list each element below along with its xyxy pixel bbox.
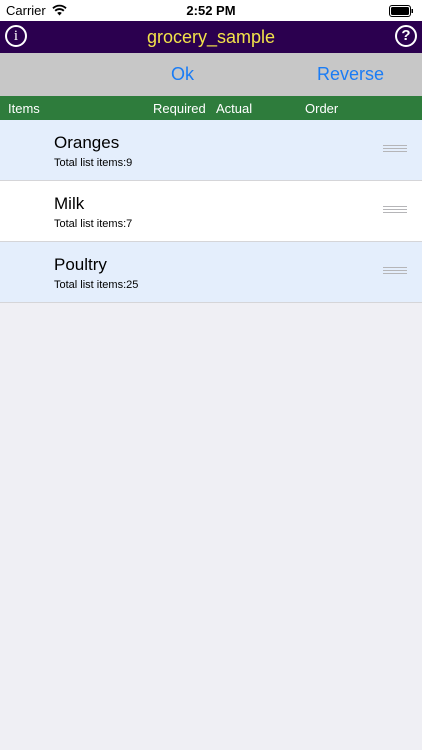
page-title: grocery_sample — [146, 27, 276, 47]
reverse-button[interactable]: Reverse — [317, 64, 384, 85]
title-bar: i grocery_sample ? — [0, 21, 422, 53]
list-item-name: Oranges — [54, 133, 120, 152]
grocery-list: Oranges Total list items:9 Milk Total li… — [0, 120, 422, 303]
list-item-count: Total list items:9 — [54, 157, 133, 169]
column-header-order: Order — [305, 101, 339, 116]
list-item[interactable]: Poultry Total list items:25 — [0, 242, 422, 303]
reorder-handle-icon[interactable] — [383, 206, 407, 216]
column-header-row: Items Required Actual Order — [0, 96, 422, 120]
list-item-count: Total list items:25 — [54, 279, 139, 291]
column-header-required: Required — [153, 101, 206, 116]
ok-button[interactable]: Ok — [171, 64, 194, 85]
toolbar: Ok Reverse — [0, 53, 422, 96]
reorder-handle-icon[interactable] — [383, 145, 407, 155]
list-item[interactable]: Milk Total list items:7 — [0, 181, 422, 242]
column-header-actual: Actual — [216, 101, 253, 116]
list-item[interactable]: Oranges Total list items:9 — [0, 120, 422, 181]
list-item-count: Total list items:7 — [54, 218, 133, 230]
status-time: 2:52 PM — [186, 3, 236, 18]
reorder-handle-icon[interactable] — [383, 267, 407, 277]
help-icon[interactable]: ? — [395, 25, 417, 47]
battery-icon — [389, 5, 413, 17]
list-item-name: Poultry — [54, 255, 107, 274]
list-item-name: Milk — [54, 194, 85, 213]
status-bar: Carrier 2:52 PM — [0, 0, 422, 21]
column-header-items: Items — [8, 101, 40, 116]
